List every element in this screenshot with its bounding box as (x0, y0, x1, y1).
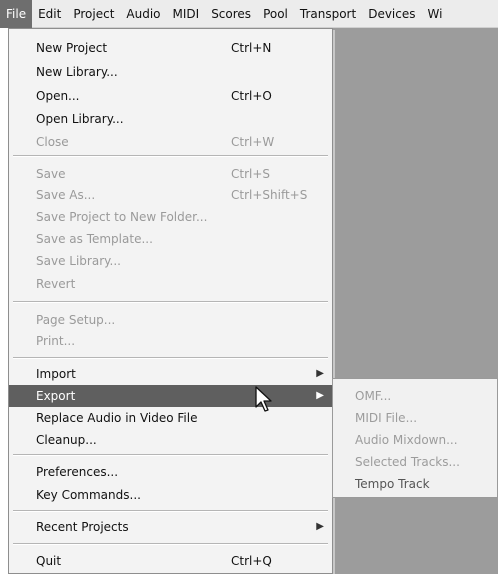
menu-devices[interactable]: Devices (362, 0, 421, 28)
file-menu: New Project Ctrl+N New Library... Open...… (8, 28, 333, 574)
menu-item-replace-audio-in-video-file[interactable]: Replace Audio in Video File (9, 407, 332, 429)
menu-item-save-library: Save Library... (9, 250, 332, 272)
menu-item-label: Save As... (36, 188, 96, 202)
menu-item-shortcut: Ctrl+N (231, 41, 272, 55)
menu-item-save-as-template: Save as Template... (9, 228, 332, 250)
menu-item-new-library[interactable]: New Library... (9, 61, 332, 83)
menu-item-label: Save (36, 167, 66, 181)
submenu-item-midi-file: MIDI File... (355, 411, 418, 425)
chevron-right-icon: ▶ (316, 368, 324, 379)
submenu-item-audio-mixdown: Audio Mixdown... (355, 433, 458, 447)
menu-audio[interactable]: Audio (120, 0, 166, 28)
menu-item-label: Import (36, 367, 76, 381)
menu-item-label: Close (36, 135, 69, 149)
menu-transport[interactable]: Transport (294, 0, 362, 28)
menu-item-label: Cleanup... (36, 433, 97, 447)
menu-item-shortcut: Ctrl+Q (231, 554, 272, 568)
menu-item-open-library[interactable]: Open Library... (9, 108, 332, 130)
menu-item-label: Save Library... (36, 254, 121, 268)
mouse-pointer-icon (255, 386, 272, 412)
menu-item-revert: Revert (9, 273, 332, 295)
chevron-right-icon: ▶ (316, 390, 324, 401)
menu-item-shortcut: Ctrl+O (231, 89, 272, 103)
menu-project[interactable]: Project (67, 0, 120, 28)
menu-item-label: Quit (36, 554, 62, 568)
menu-separator (13, 543, 328, 545)
menu-separator (13, 155, 328, 157)
menu-item-recent-projects[interactable]: Recent Projects ▶ (9, 516, 332, 538)
menu-file[interactable]: File (0, 0, 33, 28)
export-submenu: OMF... MIDI File... Audio Mixdown... Sel… (332, 378, 498, 498)
menu-item-open[interactable]: Open... Ctrl+O (9, 85, 332, 107)
menu-item-label: Open Library... (36, 112, 124, 126)
menu-item-label: Open... (36, 89, 80, 103)
menu-item-close: Close Ctrl+W (9, 131, 332, 153)
submenu-item-tempo-track[interactable]: Tempo Track (333, 473, 497, 495)
menu-edit[interactable]: Edit (32, 0, 67, 28)
menu-window[interactable]: Wi (422, 0, 449, 28)
menu-item-label: Save Project to New Folder... (36, 210, 208, 224)
menu-item-key-commands[interactable]: Key Commands... (9, 484, 332, 506)
submenu-item-omf: OMF... (355, 389, 392, 403)
menu-item-save-project-to-new-folder: Save Project to New Folder... (9, 206, 332, 228)
chevron-right-icon: ▶ (316, 521, 324, 532)
menu-item-page-setup: Page Setup... (9, 309, 332, 331)
menu-midi[interactable]: MIDI (167, 0, 206, 28)
menu-separator (13, 454, 328, 456)
menu-item-quit[interactable]: Quit Ctrl+Q (9, 550, 332, 572)
menu-item-shortcut: Ctrl+Shift+S (231, 188, 308, 202)
menu-item-label: Export (36, 389, 76, 403)
menu-item-new-project[interactable]: New Project Ctrl+N (9, 37, 332, 59)
menu-item-export[interactable]: Export ▶ (9, 385, 332, 407)
menu-item-save-as: Save As... Ctrl+Shift+S (9, 184, 332, 206)
menu-item-label: Print... (36, 334, 76, 348)
menu-scores[interactable]: Scores (205, 0, 257, 28)
menu-item-label: Key Commands... (36, 488, 141, 502)
menu-item-shortcut: Ctrl+W (231, 135, 275, 149)
menu-item-label: New Project (36, 41, 108, 55)
menu-separator (13, 301, 328, 303)
menu-item-import[interactable]: Import ▶ (9, 363, 332, 385)
menu-item-label: Preferences... (36, 465, 119, 479)
menu-item-print: Print... (9, 330, 332, 352)
menu-bar: File Edit Project Audio MIDI Scores Pool… (0, 0, 498, 28)
application-window: File Edit Project Audio MIDI Scores Pool… (0, 0, 498, 574)
menu-item-preferences[interactable]: Preferences... (9, 461, 332, 483)
menu-item-label: New Library... (36, 65, 118, 79)
menu-pool[interactable]: Pool (257, 0, 294, 28)
menu-item-label: Revert (36, 277, 76, 291)
menu-item-shortcut: Ctrl+S (231, 167, 271, 181)
menu-separator (13, 510, 328, 512)
menu-item-label: Save as Template... (36, 232, 153, 246)
menu-item-save: Save Ctrl+S (9, 163, 332, 185)
menu-item-label: Recent Projects (36, 520, 129, 534)
menu-item-cleanup[interactable]: Cleanup... (9, 429, 332, 451)
menu-item-label: Page Setup... (36, 313, 116, 327)
menu-item-label: Replace Audio in Video File (36, 411, 198, 425)
submenu-item-selected-tracks: Selected Tracks... (355, 455, 460, 469)
menu-separator (13, 357, 328, 359)
